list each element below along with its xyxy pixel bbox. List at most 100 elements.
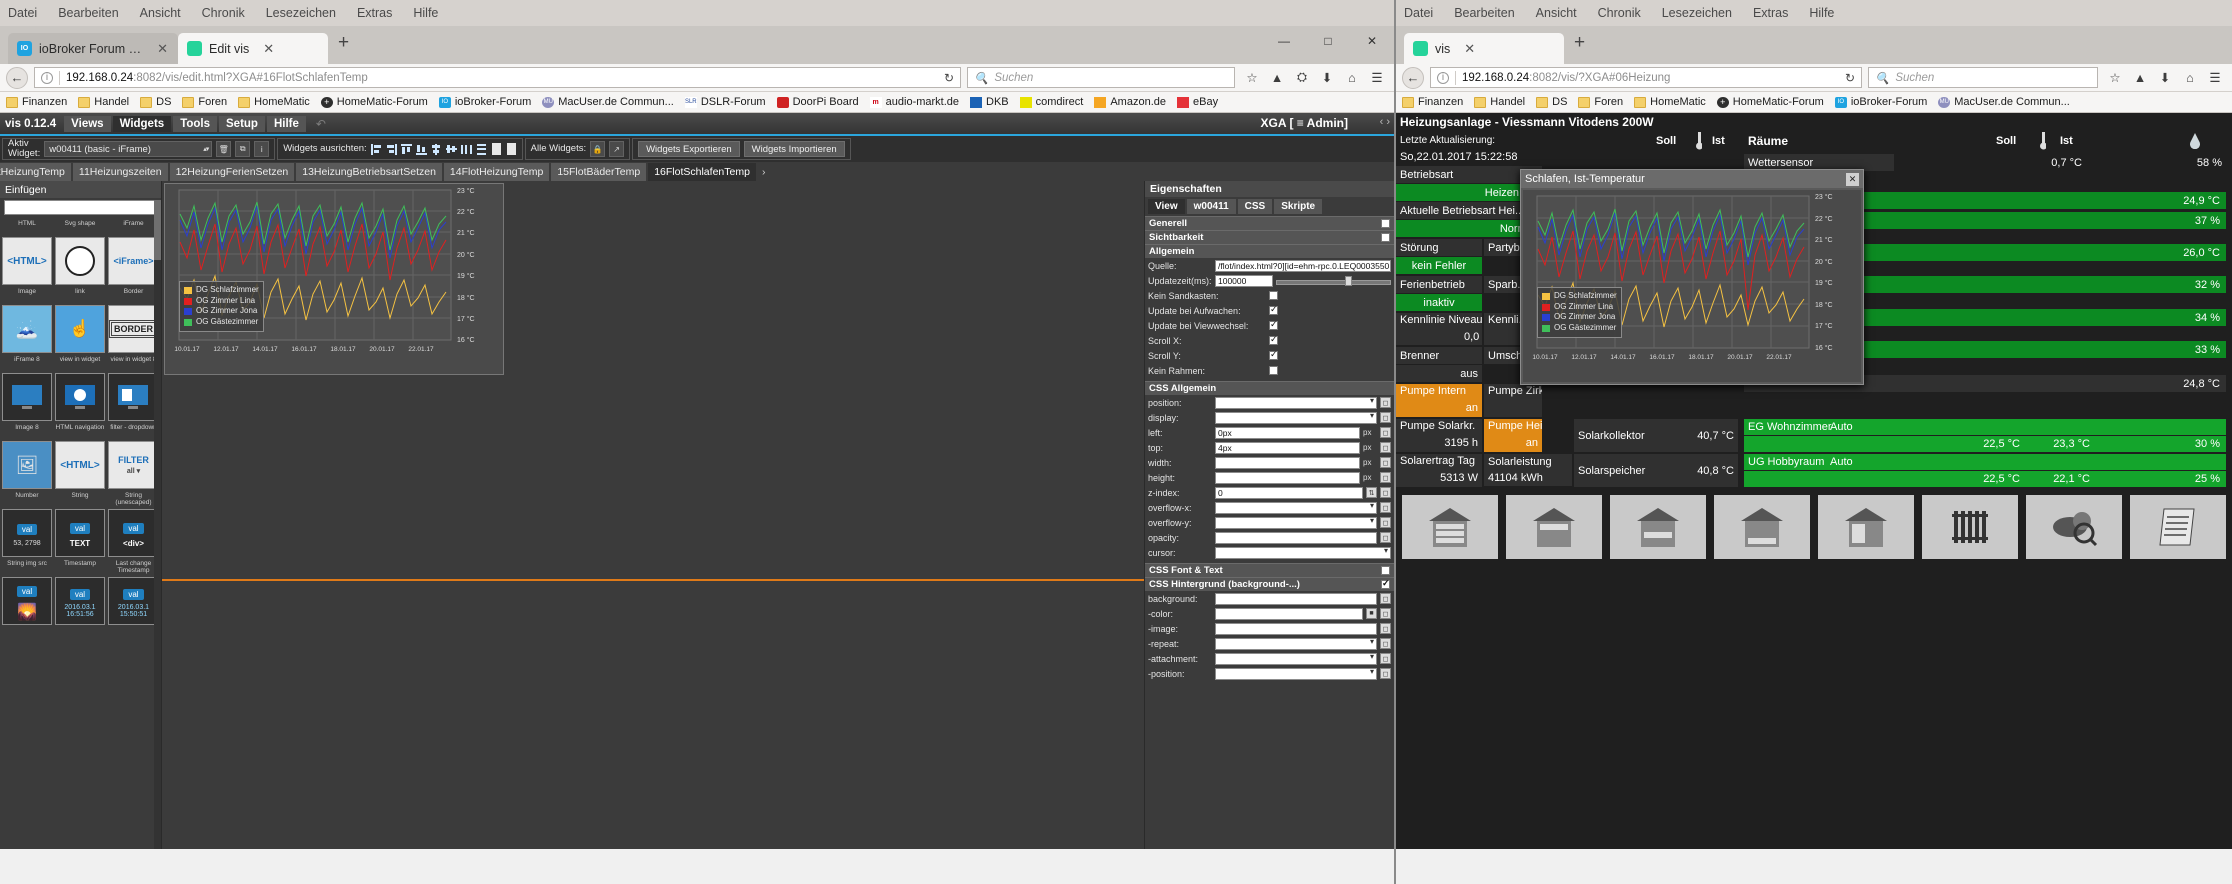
bookmark-item[interactable]: HomeMatic bbox=[238, 96, 310, 108]
palette-item-stringraw[interactable]: String (unescaped) val <div> bbox=[107, 492, 159, 557]
prop-row-cursor[interactable]: cursor: bbox=[1145, 545, 1394, 560]
prop-row-overflowy[interactable]: overflow-y: ◻ bbox=[1145, 515, 1394, 530]
palette-item-image8[interactable]: Image 8 🖼 bbox=[2, 424, 52, 489]
menu-hamburger-icon[interactable]: ☰ bbox=[2204, 67, 2226, 89]
home-icon[interactable]: ⌂ bbox=[1341, 67, 1363, 89]
palette-item-iframe8[interactable]: iFrame 8 bbox=[2, 356, 52, 421]
chart-widget-w00411[interactable]: 23 °C 22 °C 21 °C 20 °C 19 °C 18 °C 17 °C 16… bbox=[164, 183, 504, 375]
prop-checkbox[interactable] bbox=[1269, 366, 1278, 375]
section-generell[interactable]: Generell bbox=[1145, 216, 1394, 230]
shield-icon[interactable]: ⛭ bbox=[1291, 67, 1313, 89]
browser-tab-forum[interactable]: IO ioBroker Forum - Beitrag ä... ✕ bbox=[8, 33, 178, 64]
url-bar[interactable]: i 192.168.0.24:8082/vis/?XGA#06Heizung ↻ bbox=[1430, 67, 1862, 88]
solarertrag-value[interactable]: 5313 W bbox=[1426, 470, 1482, 486]
prop-value[interactable] bbox=[1215, 592, 1377, 605]
prop-checkbox[interactable] bbox=[1269, 319, 1278, 330]
site-info-icon[interactable]: i bbox=[41, 71, 53, 84]
reset-button[interactable]: ◻ bbox=[1380, 638, 1391, 649]
bookmark-item[interactable]: HomeMatic bbox=[1634, 96, 1706, 108]
copy-widget-button[interactable]: ⧉ bbox=[235, 141, 251, 157]
room-row-eg[interactable]: EG Wohnzimmer bbox=[1744, 419, 2226, 435]
nav-icon-house-1[interactable] bbox=[1402, 495, 1498, 559]
back-icon[interactable]: ← bbox=[6, 66, 28, 89]
reset-button[interactable]: ◻ bbox=[1380, 487, 1391, 498]
vis-menu-setup[interactable]: Setup bbox=[219, 115, 265, 132]
reset-button[interactable]: ◻ bbox=[1380, 653, 1391, 664]
vis-menu-hilfe[interactable]: Hilfe bbox=[266, 115, 306, 132]
prop-row-height[interactable]: height: px ◻ bbox=[1145, 470, 1394, 485]
align-right-icon[interactable] bbox=[386, 143, 397, 156]
prop-value[interactable] bbox=[1215, 607, 1363, 620]
section-checkbox[interactable] bbox=[1381, 233, 1390, 242]
bookmark-item[interactable]: DS bbox=[1536, 96, 1567, 108]
nav-icon-house-5[interactable] bbox=[1818, 495, 1914, 559]
solarkollektor-value[interactable]: 40,7 °C bbox=[1656, 419, 1738, 452]
reset-button[interactable]: ◻ bbox=[1380, 427, 1391, 438]
room-row-ug[interactable]: UG Hobbyraum bbox=[1744, 454, 2226, 470]
prop-value[interactable] bbox=[1215, 456, 1360, 469]
spinner-button[interactable]: ⇅ bbox=[1366, 487, 1377, 498]
prop-value[interactable]: 0px bbox=[1215, 426, 1360, 439]
vis-menu-views[interactable]: Views bbox=[64, 115, 111, 132]
prop-row-bgcolor[interactable]: -color: ■ ◻ bbox=[1145, 606, 1394, 621]
downloads-icon[interactable]: ⬇ bbox=[2154, 67, 2176, 89]
widget-info-button[interactable]: i bbox=[254, 141, 270, 157]
section-sichtbarkeit[interactable]: Sichtbarkeit bbox=[1145, 230, 1394, 244]
menu-ansicht[interactable]: Ansicht bbox=[1536, 6, 1577, 20]
bookmark-item[interactable]: MU MacUser.de Commun... bbox=[1938, 96, 2070, 108]
browser-tab-editvis[interactable]: Edit vis ✕ bbox=[178, 33, 328, 64]
section-checkbox[interactable] bbox=[1381, 578, 1390, 589]
view-tab[interactable]: 13HeizungBetriebsartSetzen bbox=[296, 163, 442, 181]
prop-row-viewwechsel[interactable]: Update bei Viewwechsel: bbox=[1145, 318, 1394, 333]
reset-button[interactable]: ◻ bbox=[1380, 517, 1391, 528]
menu-chronik[interactable]: Chronik bbox=[202, 6, 245, 20]
tab-w00411[interactable]: w00411 bbox=[1186, 199, 1236, 214]
menu-extras[interactable]: Extras bbox=[357, 6, 392, 20]
prop-value[interactable] bbox=[1215, 622, 1377, 635]
color-picker-button[interactable]: ■ bbox=[1366, 608, 1377, 619]
palette-item-svgshape[interactable]: Svg shape bbox=[54, 220, 105, 285]
bookmark-item[interactable]: Foren bbox=[182, 96, 227, 108]
url-bar[interactable]: i 192.168.0.24:8082/vis/edit.html?XGA#16… bbox=[34, 67, 961, 88]
bookmark-item[interactable]: SLR DSLR-Forum bbox=[684, 96, 766, 108]
prop-row-scrollx[interactable]: Scroll X: bbox=[1145, 333, 1394, 348]
reset-button[interactable]: ◻ bbox=[1380, 532, 1391, 543]
bookmark-item[interactable]: Handel bbox=[78, 96, 129, 108]
room-soll-9[interactable]: 22,5 °C bbox=[1956, 471, 2024, 487]
bookmark-star-icon[interactable]: ☆ bbox=[1241, 67, 1263, 89]
menu-ansicht[interactable]: Ansicht bbox=[140, 6, 181, 20]
vis-canvas[interactable]: 23 °C 22 °C 21 °C 20 °C 19 °C 18 °C 17 °C 16… bbox=[162, 181, 1144, 849]
prop-checkbox[interactable] bbox=[1269, 349, 1278, 360]
close-icon[interactable]: ✕ bbox=[1464, 41, 1475, 57]
prop-checkbox[interactable] bbox=[1269, 304, 1278, 315]
new-tab-button[interactable]: + bbox=[328, 32, 359, 58]
section-css-font-text[interactable]: CSS Font & Text bbox=[1145, 563, 1394, 577]
new-tab-button[interactable]: + bbox=[1564, 32, 1595, 58]
search-bar[interactable]: 🔍 Suchen bbox=[1868, 67, 2098, 88]
view-tab[interactable]: 15FlotBäderTemp bbox=[551, 163, 647, 181]
pumpe-solarkr-value[interactable]: 3195 h bbox=[1436, 435, 1482, 451]
prop-value[interactable] bbox=[1215, 396, 1377, 409]
home-icon[interactable]: ⌂ bbox=[2179, 67, 2201, 89]
prop-row-position[interactable]: position: ◻ bbox=[1145, 395, 1394, 410]
room-hum-8[interactable]: 30 % bbox=[2156, 436, 2226, 452]
palette-item-filter[interactable]: filter - dropdown FILTER all ▾ bbox=[107, 424, 159, 489]
menu-datei[interactable]: Datei bbox=[8, 6, 37, 20]
bookmark-item[interactable]: Finanzen bbox=[1402, 96, 1463, 108]
vis-menu-tools[interactable]: Tools bbox=[173, 115, 217, 132]
brenner-value[interactable]: aus bbox=[1396, 365, 1482, 382]
nav-icon-radiator[interactable] bbox=[1922, 495, 2018, 559]
prop-value[interactable] bbox=[1215, 531, 1377, 544]
palette-item-timestamp[interactable]: Timestamp val 2016.03.1 16:51:56 bbox=[54, 560, 105, 625]
bookmark-item[interactable]: DoorPi Board bbox=[776, 96, 859, 108]
room-hum-4[interactable]: 32 % bbox=[2156, 276, 2226, 293]
site-info-icon[interactable]: i bbox=[1437, 71, 1449, 84]
prop-checkbox[interactable] bbox=[1269, 334, 1278, 345]
bookmark-item[interactable]: m audio-markt.de bbox=[869, 96, 959, 108]
scrollbar-thumb[interactable] bbox=[154, 200, 161, 260]
minimize-button[interactable]: — bbox=[1262, 26, 1306, 56]
prop-row-quelle[interactable]: Quelle: /flot/index.html?0][id=ehm-rpc.0… bbox=[1145, 258, 1394, 273]
close-icon[interactable]: ✕ bbox=[1846, 172, 1859, 186]
maximize-button[interactable]: □ bbox=[1306, 26, 1350, 56]
bookmark-item[interactable]: Handel bbox=[1474, 96, 1525, 108]
